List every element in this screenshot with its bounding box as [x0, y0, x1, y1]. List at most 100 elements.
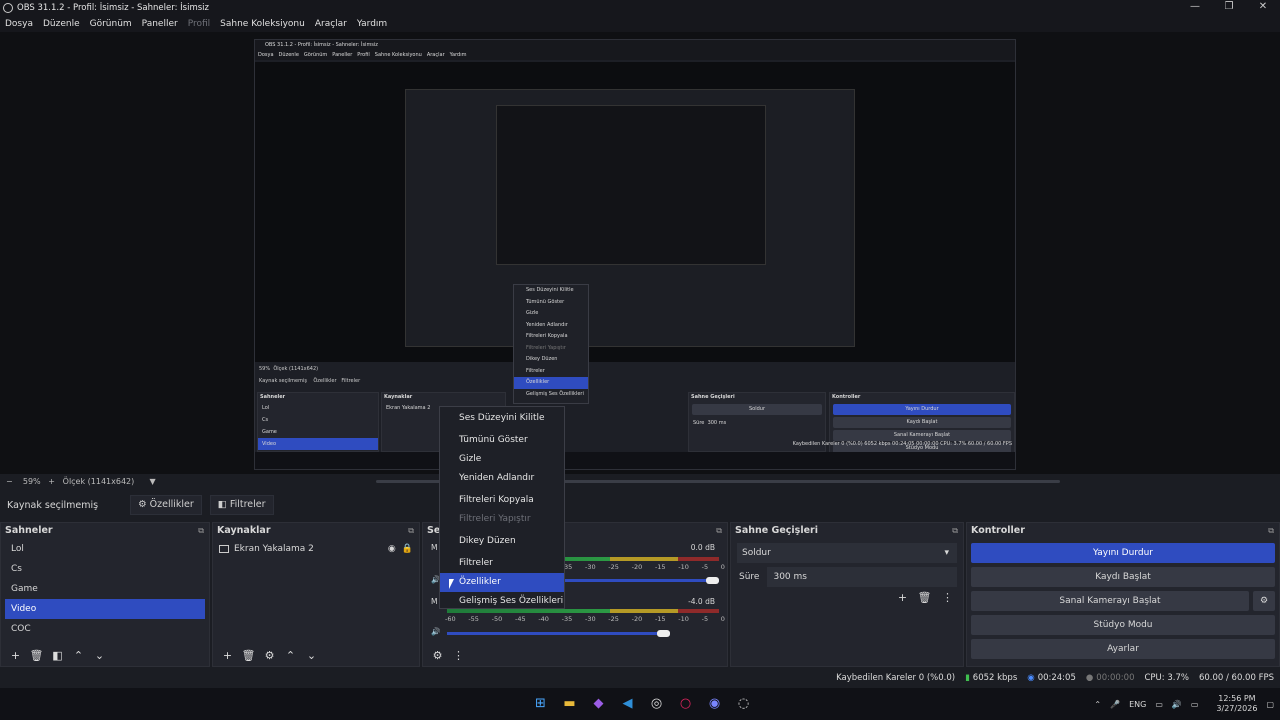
stop-stream-button[interactable]: Yayını Durdur	[971, 543, 1275, 563]
move-down-icon[interactable]: ⌄	[89, 649, 110, 662]
language-indicator[interactable]: ENG	[1129, 700, 1146, 709]
ctx-show-all[interactable]: Tümünü Göster	[440, 431, 564, 450]
add-transition-button[interactable]: +	[898, 591, 907, 604]
speaker-icon[interactable]: 🔊	[431, 627, 440, 636]
menu-bar: Dosya Düzenle Görünüm Paneller Profil Sa…	[0, 16, 1280, 32]
windows-start-icon[interactable]: ⊞	[526, 694, 555, 714]
properties-button[interactable]: ⚙ Özellikler	[130, 495, 202, 515]
lock-icon[interactable]: 🔒	[402, 544, 413, 554]
channel-1-volume-knob[interactable]	[706, 577, 719, 584]
chrome-icon[interactable]: ◎	[642, 694, 671, 714]
scene-item-cs[interactable]: Cs	[5, 559, 205, 579]
remove-scene-icon[interactable]: 🗑	[26, 649, 47, 662]
add-scene-button[interactable]: +	[5, 649, 26, 662]
source-settings-icon[interactable]: ⚙	[259, 649, 280, 662]
menu-araclar[interactable]: Araçlar	[315, 19, 347, 29]
tick: 0	[720, 615, 725, 623]
filters-button[interactable]: ◧ Filtreler	[209, 495, 274, 515]
nested-ctx-item: Filtreleri Yapıştır	[526, 344, 566, 351]
ctx-vertical-layout[interactable]: Dikey Düzen	[440, 532, 564, 551]
network-icon[interactable]: ▭	[1155, 700, 1163, 709]
virtual-cam-button[interactable]: Sanal Kamerayı Başlat	[971, 591, 1249, 611]
ctx-rename[interactable]: Yeniden Adlandır	[440, 469, 564, 488]
move-up-icon[interactable]: ⌃	[68, 649, 89, 662]
close-button[interactable]: ✕	[1246, 0, 1280, 16]
channel-1-label: M	[431, 543, 438, 552]
settings-button[interactable]: Ayarlar	[971, 639, 1275, 659]
dock-undock-icon[interactable]: ⧉	[1268, 523, 1274, 539]
vscode-icon[interactable]: ◀	[613, 694, 642, 714]
dock-undock-icon[interactable]: ⧉	[198, 523, 204, 539]
nested-ctrl: Kaydı Başlat	[833, 417, 1011, 428]
obs-icon[interactable]: ◌	[729, 694, 758, 714]
file-explorer-icon[interactable]: ▬	[555, 694, 584, 714]
remove-source-icon[interactable]: 🗑	[238, 649, 259, 662]
scene-item-coc[interactable]: COC	[5, 619, 205, 639]
ctx-hide[interactable]: Gizle	[440, 450, 564, 469]
zoom-out-button[interactable]: −	[6, 477, 13, 486]
dock-undock-icon[interactable]: ⧉	[952, 523, 958, 539]
zoom-bar: − 59% + Ölçek (1141x642) ▼	[0, 474, 1280, 488]
microphone-icon[interactable]: 🎤	[1110, 700, 1120, 709]
scene-item-lol[interactable]: Lol	[5, 539, 205, 559]
remove-transition-icon[interactable]: 🗑	[918, 591, 932, 604]
scale-dropdown-icon[interactable]: ▼	[150, 477, 156, 486]
transition-select[interactable]: Soldur ▾	[737, 543, 957, 563]
transition-menu-icon[interactable]: ⋮	[942, 591, 953, 604]
scene-filters-icon[interactable]: ◧	[47, 649, 68, 662]
add-source-button[interactable]: +	[217, 649, 238, 662]
window-controls: — ❐ ✕	[1178, 0, 1280, 16]
menu-profil[interactable]: Profil	[188, 19, 210, 29]
virtual-cam-settings-icon[interactable]: ⚙	[1253, 591, 1275, 611]
discord-icon[interactable]: ◉	[700, 694, 729, 714]
ctx-advanced-audio[interactable]: Gelişmiş Ses Özellikleri	[440, 592, 564, 611]
dock-undock-icon[interactable]: ⧉	[408, 523, 414, 539]
studio-mode-button[interactable]: Stüdyo Modu	[971, 615, 1275, 635]
cpu-usage: CPU: 3.7%	[1144, 673, 1189, 683]
dropped-frames: Kaybedilen Kareler 0 (%0.0)	[836, 673, 956, 683]
ctx-lock-volume[interactable]: Ses Düzeyini Kilitle	[440, 409, 564, 428]
move-up-icon[interactable]: ⌃	[280, 649, 301, 662]
notification-icon[interactable]: ▢	[1266, 700, 1274, 709]
channel-2-volume-knob[interactable]	[657, 630, 671, 637]
zoom-in-button[interactable]: +	[48, 477, 55, 486]
volume-icon[interactable]: 🔊	[1172, 700, 1182, 709]
scene-item-video[interactable]: Video	[5, 599, 205, 619]
move-down-icon[interactable]: ⌄	[301, 649, 322, 662]
nested-scale: Ölçek (1141x642)	[273, 366, 319, 372]
maximize-button[interactable]: ❐	[1212, 0, 1246, 16]
menu-duzenle[interactable]: Düzenle	[43, 19, 80, 29]
scene-item-game[interactable]: Game	[5, 579, 205, 599]
nested-menu-item: Düzenle	[278, 52, 299, 58]
opera-icon[interactable]: ○	[671, 694, 700, 714]
source-item[interactable]: Ekran Yakalama 2 ◉ 🔒	[213, 539, 419, 559]
nested-menu-item: Yardım	[449, 52, 467, 58]
advanced-audio-icon[interactable]: ⚙	[427, 649, 448, 662]
dock-undock-icon[interactable]: ⧉	[716, 523, 722, 539]
visual-studio-icon[interactable]: ◆	[584, 694, 613, 714]
nested-ctrl: Yayını Durdur	[833, 404, 1011, 415]
nested-ctx-item: Ses Düzeyini Kilitle	[526, 287, 574, 293]
menu-dosya[interactable]: Dosya	[5, 19, 33, 29]
mixer-menu-icon[interactable]: ⋮	[448, 649, 469, 662]
battery-icon[interactable]: ▭	[1191, 700, 1199, 709]
channel-2-volume-slider[interactable]	[447, 632, 671, 635]
eye-icon[interactable]: ◉	[388, 544, 396, 554]
transitions-dock: Sahne Geçişleri ⧉ Soldur ▾ Süre 300 ms + 🗑 …	[730, 522, 964, 667]
scale-label[interactable]: Ölçek (1141x642)	[63, 477, 135, 486]
minimize-button[interactable]: —	[1178, 0, 1212, 16]
start-record-button[interactable]: Kaydı Başlat	[971, 567, 1275, 587]
menu-yardim[interactable]: Yardım	[357, 19, 387, 29]
menu-paneller[interactable]: Paneller	[142, 19, 178, 29]
menu-gorunum[interactable]: Görünüm	[90, 19, 132, 29]
ctx-properties[interactable]: Özellikler	[440, 573, 564, 592]
nested-ctx-item: Tümünü Göster	[526, 298, 565, 305]
ctx-copy-filters[interactable]: Filtreleri Kopyala	[440, 491, 564, 510]
tray-overflow-icon[interactable]: ⌃	[1094, 700, 1101, 709]
tick: -25	[608, 615, 619, 623]
ctx-filters[interactable]: Filtreler	[440, 554, 564, 573]
record-time: 00:00:00	[1096, 673, 1135, 683]
menu-sahne-koleksiyonu[interactable]: Sahne Koleksiyonu	[220, 19, 305, 29]
duration-input[interactable]: 300 ms	[767, 567, 957, 587]
clock[interactable]: 12:56 PM 3/27/2026	[1207, 694, 1257, 714]
